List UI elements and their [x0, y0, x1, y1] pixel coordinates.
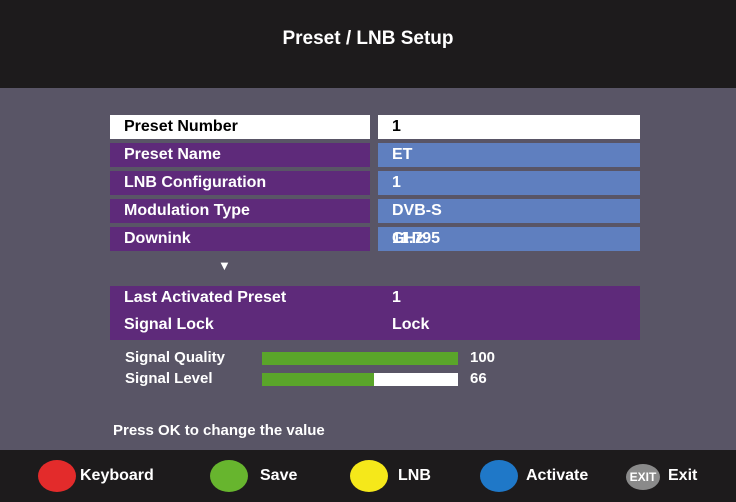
scroll-down-icon[interactable]: ▼	[218, 258, 231, 273]
signal-lock-value-cell: Lock	[378, 313, 640, 337]
exit-label: Exit	[668, 467, 698, 484]
preset-number-value-cell[interactable]: 1	[378, 115, 640, 139]
lnb-label: LNB	[398, 467, 431, 484]
last-activated-value-cell: 1	[378, 286, 640, 310]
yellow-button-icon	[350, 460, 388, 492]
green-button-icon	[210, 460, 248, 492]
save-label: Save	[260, 467, 298, 484]
blue-button-icon	[480, 460, 518, 492]
signal-lock-label: Signal Lock	[124, 316, 214, 333]
last-activated-label: Last Activated Preset	[124, 289, 287, 306]
lnb-configuration-value-cell[interactable]: 1	[378, 171, 640, 195]
hint-text: Press OK to change the value	[113, 422, 325, 439]
downlink-value-cell[interactable]: 11.795 GHz	[378, 227, 640, 251]
preset-name-value: ET	[392, 146, 413, 163]
preset-number-value: 1	[392, 118, 401, 135]
page-title: Preset / LNB Setup	[282, 28, 454, 49]
lnb-configuration-label-cell: LNB Configuration	[110, 171, 370, 195]
modulation-type-label: Modulation Type	[124, 202, 250, 219]
signal-quality-value: 100	[470, 349, 496, 366]
signal-quality-label: Signal Quality	[125, 349, 226, 366]
keyboard-label: Keyboard	[80, 467, 154, 484]
signal-lock-value: Lock	[392, 316, 430, 333]
preset-number-label-cell: Preset Number	[110, 115, 370, 139]
signal-level-bar-fill	[262, 373, 374, 386]
modulation-type-value-cell[interactable]: DVB-S	[378, 199, 640, 223]
downlink-label-cell: Downink	[110, 227, 370, 251]
activate-label: Activate	[526, 467, 589, 484]
downlink-unit: GHz	[392, 230, 424, 247]
modulation-type-value: DVB-S	[392, 202, 442, 219]
preset-lnb-setup-screen: Preset / LNB Setup Preset Number 1 Prese…	[0, 0, 736, 502]
downlink-label: Downink	[124, 230, 191, 247]
exit-button-icon: EXIT	[626, 464, 660, 490]
preset-name-label: Preset Name	[124, 146, 221, 163]
preset-number-label: Preset Number	[124, 118, 238, 135]
last-activated-label-cell: Last Activated Preset	[110, 286, 370, 310]
modulation-type-label-cell: Modulation Type	[110, 199, 370, 223]
footer-bar: Keyboard Save LNB Activate EXIT Exit	[0, 450, 736, 502]
signal-level-value: 66	[470, 370, 487, 387]
signal-lock-label-cell: Signal Lock	[110, 313, 370, 337]
signal-level-bar	[262, 373, 458, 386]
lnb-configuration-value: 1	[392, 174, 401, 191]
lnb-configuration-label: LNB Configuration	[124, 174, 267, 191]
title-bar: Preset / LNB Setup	[0, 0, 736, 88]
preset-name-value-cell[interactable]: ET	[378, 143, 640, 167]
signal-quality-bar	[262, 352, 458, 365]
last-activated-value: 1	[392, 289, 401, 306]
signal-level-label: Signal Level	[125, 370, 213, 387]
preset-name-label-cell: Preset Name	[110, 143, 370, 167]
red-button-icon	[38, 460, 76, 492]
signal-quality-bar-fill	[262, 352, 458, 365]
